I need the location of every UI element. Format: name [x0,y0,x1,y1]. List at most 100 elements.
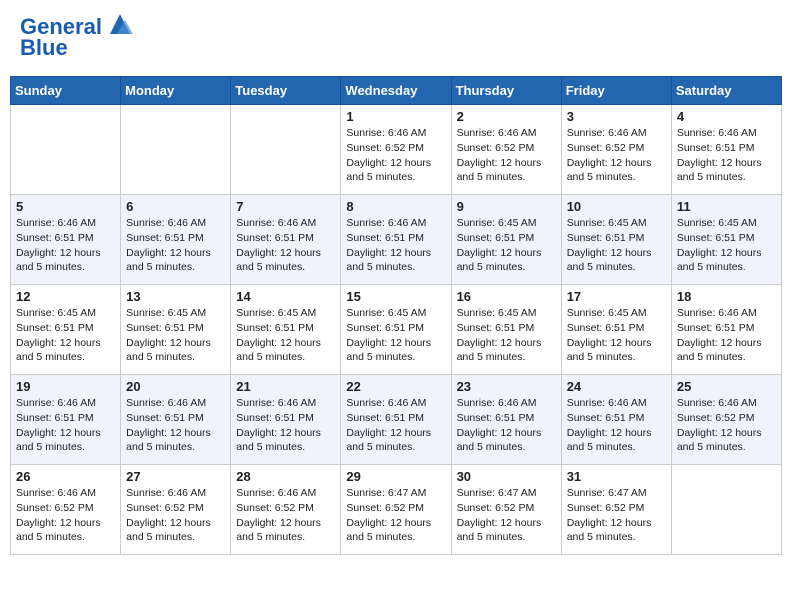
day-info: Sunrise: 6:45 AMSunset: 6:51 PMDaylight:… [677,216,776,275]
day-info: Sunrise: 6:46 AMSunset: 6:51 PMDaylight:… [126,396,225,455]
day-info: Sunrise: 6:46 AMSunset: 6:51 PMDaylight:… [677,126,776,185]
day-info: Sunrise: 6:45 AMSunset: 6:51 PMDaylight:… [126,306,225,365]
calendar-cell: 18 Sunrise: 6:46 AMSunset: 6:51 PMDaylig… [671,285,781,375]
calendar-cell [231,105,341,195]
calendar-cell: 14 Sunrise: 6:45 AMSunset: 6:51 PMDaylig… [231,285,341,375]
day-number: 29 [346,469,445,484]
calendar-cell: 3 Sunrise: 6:46 AMSunset: 6:52 PMDayligh… [561,105,671,195]
day-info: Sunrise: 6:46 AMSunset: 6:52 PMDaylight:… [457,126,556,185]
calendar-cell: 26 Sunrise: 6:46 AMSunset: 6:52 PMDaylig… [11,465,121,555]
day-info: Sunrise: 6:46 AMSunset: 6:51 PMDaylight:… [16,216,115,275]
day-number: 9 [457,199,556,214]
day-number: 15 [346,289,445,304]
calendar-cell: 2 Sunrise: 6:46 AMSunset: 6:52 PMDayligh… [451,105,561,195]
header-thursday: Thursday [451,77,561,105]
header-saturday: Saturday [671,77,781,105]
header-wednesday: Wednesday [341,77,451,105]
day-number: 21 [236,379,335,394]
day-info: Sunrise: 6:46 AMSunset: 6:51 PMDaylight:… [126,216,225,275]
header-row: SundayMondayTuesdayWednesdayThursdayFrid… [11,77,782,105]
week-row-4: 26 Sunrise: 6:46 AMSunset: 6:52 PMDaylig… [11,465,782,555]
calendar-cell: 7 Sunrise: 6:46 AMSunset: 6:51 PMDayligh… [231,195,341,285]
logo: General Blue [20,15,135,61]
day-number: 2 [457,109,556,124]
day-number: 18 [677,289,776,304]
calendar-cell [11,105,121,195]
day-number: 27 [126,469,225,484]
calendar-cell: 5 Sunrise: 6:46 AMSunset: 6:51 PMDayligh… [11,195,121,285]
day-info: Sunrise: 6:45 AMSunset: 6:51 PMDaylight:… [236,306,335,365]
day-number: 19 [16,379,115,394]
day-info: Sunrise: 6:46 AMSunset: 6:52 PMDaylight:… [677,396,776,455]
day-info: Sunrise: 6:46 AMSunset: 6:51 PMDaylight:… [236,396,335,455]
day-info: Sunrise: 6:47 AMSunset: 6:52 PMDaylight:… [567,486,666,545]
header-friday: Friday [561,77,671,105]
calendar-cell: 15 Sunrise: 6:45 AMSunset: 6:51 PMDaylig… [341,285,451,375]
day-info: Sunrise: 6:45 AMSunset: 6:51 PMDaylight:… [346,306,445,365]
day-info: Sunrise: 6:46 AMSunset: 6:52 PMDaylight:… [567,126,666,185]
calendar-cell: 17 Sunrise: 6:45 AMSunset: 6:51 PMDaylig… [561,285,671,375]
day-number: 25 [677,379,776,394]
day-number: 22 [346,379,445,394]
calendar-cell [121,105,231,195]
day-info: Sunrise: 6:47 AMSunset: 6:52 PMDaylight:… [346,486,445,545]
day-number: 12 [16,289,115,304]
day-number: 20 [126,379,225,394]
logo-icon [105,12,135,38]
calendar-cell: 24 Sunrise: 6:46 AMSunset: 6:51 PMDaylig… [561,375,671,465]
calendar-cell: 23 Sunrise: 6:46 AMSunset: 6:51 PMDaylig… [451,375,561,465]
calendar-cell: 31 Sunrise: 6:47 AMSunset: 6:52 PMDaylig… [561,465,671,555]
day-number: 10 [567,199,666,214]
header-tuesday: Tuesday [231,77,341,105]
calendar-cell: 20 Sunrise: 6:46 AMSunset: 6:51 PMDaylig… [121,375,231,465]
calendar-cell: 27 Sunrise: 6:46 AMSunset: 6:52 PMDaylig… [121,465,231,555]
day-number: 11 [677,199,776,214]
calendar-cell: 6 Sunrise: 6:46 AMSunset: 6:51 PMDayligh… [121,195,231,285]
day-info: Sunrise: 6:46 AMSunset: 6:51 PMDaylight:… [567,396,666,455]
calendar-cell: 11 Sunrise: 6:45 AMSunset: 6:51 PMDaylig… [671,195,781,285]
day-number: 14 [236,289,335,304]
day-info: Sunrise: 6:45 AMSunset: 6:51 PMDaylight:… [567,216,666,275]
calendar-cell: 13 Sunrise: 6:45 AMSunset: 6:51 PMDaylig… [121,285,231,375]
day-number: 6 [126,199,225,214]
calendar-cell: 8 Sunrise: 6:46 AMSunset: 6:51 PMDayligh… [341,195,451,285]
calendar-cell: 12 Sunrise: 6:45 AMSunset: 6:51 PMDaylig… [11,285,121,375]
day-info: Sunrise: 6:47 AMSunset: 6:52 PMDaylight:… [457,486,556,545]
day-number: 17 [567,289,666,304]
day-info: Sunrise: 6:46 AMSunset: 6:52 PMDaylight:… [16,486,115,545]
week-row-2: 12 Sunrise: 6:45 AMSunset: 6:51 PMDaylig… [11,285,782,375]
calendar-cell: 4 Sunrise: 6:46 AMSunset: 6:51 PMDayligh… [671,105,781,195]
calendar-cell: 25 Sunrise: 6:46 AMSunset: 6:52 PMDaylig… [671,375,781,465]
day-number: 31 [567,469,666,484]
day-info: Sunrise: 6:46 AMSunset: 6:51 PMDaylight:… [346,216,445,275]
day-info: Sunrise: 6:46 AMSunset: 6:51 PMDaylight:… [16,396,115,455]
calendar-cell: 10 Sunrise: 6:45 AMSunset: 6:51 PMDaylig… [561,195,671,285]
day-info: Sunrise: 6:46 AMSunset: 6:52 PMDaylight:… [346,126,445,185]
day-number: 13 [126,289,225,304]
day-info: Sunrise: 6:46 AMSunset: 6:51 PMDaylight:… [236,216,335,275]
day-number: 4 [677,109,776,124]
day-info: Sunrise: 6:45 AMSunset: 6:51 PMDaylight:… [567,306,666,365]
header-sunday: Sunday [11,77,121,105]
day-info: Sunrise: 6:46 AMSunset: 6:51 PMDaylight:… [457,396,556,455]
calendar-cell: 28 Sunrise: 6:46 AMSunset: 6:52 PMDaylig… [231,465,341,555]
week-row-0: 1 Sunrise: 6:46 AMSunset: 6:52 PMDayligh… [11,105,782,195]
calendar-cell: 16 Sunrise: 6:45 AMSunset: 6:51 PMDaylig… [451,285,561,375]
day-number: 1 [346,109,445,124]
day-number: 28 [236,469,335,484]
day-info: Sunrise: 6:46 AMSunset: 6:52 PMDaylight:… [236,486,335,545]
day-info: Sunrise: 6:46 AMSunset: 6:51 PMDaylight:… [346,396,445,455]
calendar-table: SundayMondayTuesdayWednesdayThursdayFrid… [10,76,782,555]
page-header: General Blue [10,10,782,66]
header-monday: Monday [121,77,231,105]
day-info: Sunrise: 6:46 AMSunset: 6:51 PMDaylight:… [677,306,776,365]
day-number: 23 [457,379,556,394]
week-row-1: 5 Sunrise: 6:46 AMSunset: 6:51 PMDayligh… [11,195,782,285]
day-info: Sunrise: 6:45 AMSunset: 6:51 PMDaylight:… [16,306,115,365]
calendar-cell: 9 Sunrise: 6:45 AMSunset: 6:51 PMDayligh… [451,195,561,285]
calendar-cell [671,465,781,555]
day-number: 30 [457,469,556,484]
calendar-cell: 1 Sunrise: 6:46 AMSunset: 6:52 PMDayligh… [341,105,451,195]
day-number: 16 [457,289,556,304]
day-info: Sunrise: 6:46 AMSunset: 6:52 PMDaylight:… [126,486,225,545]
